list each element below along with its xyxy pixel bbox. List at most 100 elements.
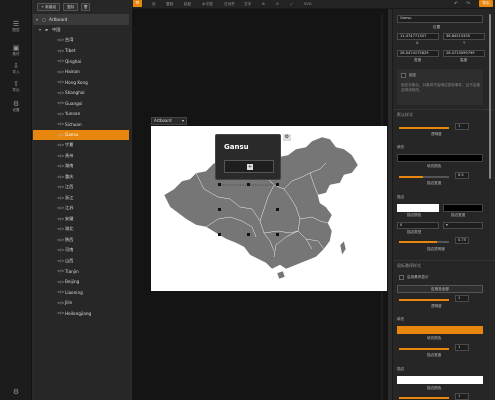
redo-icon[interactable]: ↷ — [466, 1, 470, 7]
resize-handle[interactable] — [218, 208, 221, 211]
x-field[interactable]: 11.474771307 — [397, 33, 439, 40]
toolbar-item[interactable]: 复制 — [166, 1, 173, 7]
tree-item[interactable]: </> Tianjin — [33, 266, 129, 277]
tree-item[interactable]: </> 江西 — [33, 182, 129, 193]
tree-item[interactable]: </> Yunnan — [33, 109, 129, 120]
resize-handle[interactable] — [218, 233, 221, 236]
border2-color-label: 描边颜色 — [427, 386, 442, 390]
stroke-slider[interactable] — [399, 176, 449, 178]
rail-bottom-settings[interactable]: ⚙ — [0, 388, 32, 396]
apply-all-button[interactable]: 应用至全部 — [397, 285, 483, 293]
tree-item[interactable]: </> Guangxi — [33, 98, 129, 109]
border-opacity-slider[interactable] — [399, 241, 449, 243]
region-tooltip[interactable]: Gansu + — [215, 134, 281, 180]
opacity-input[interactable]: 1 — [455, 123, 469, 130]
rail-layers[interactable]: ☰ 图层 — [0, 20, 32, 33]
tree-item[interactable]: </> 陕西 — [33, 235, 129, 246]
tree-item[interactable]: </> Hainan — [33, 67, 129, 78]
tree-item[interactable]: </> Shanghai — [33, 88, 129, 99]
name-field[interactable]: Gansu — [397, 15, 483, 23]
tree-item-label: Shanghai — [65, 90, 85, 96]
toolbar-item[interactable]: 文字 — [244, 1, 251, 7]
height-field[interactable]: 26.4715099799 — [443, 50, 485, 57]
hover-opacity-input[interactable]: 1 — [455, 295, 469, 302]
artboard-select[interactable]: Artboard ▾ — [151, 117, 187, 125]
tree-item[interactable]: </> 江苏 — [33, 203, 129, 214]
tree-item[interactable]: </> Liaoning — [33, 287, 129, 298]
tree-item[interactable]: </> 贵州 — [33, 151, 129, 162]
tree-item[interactable]: </> Tibet — [33, 46, 129, 57]
undo-icon[interactable]: ↶ — [454, 1, 458, 7]
hover-fill-swatch[interactable] — [397, 326, 483, 334]
resize-handle[interactable] — [247, 183, 250, 186]
border-color-swatch[interactable] — [397, 204, 439, 212]
tree-item[interactable]: </> 湖南 — [33, 161, 129, 172]
resize-handle[interactable] — [276, 183, 279, 186]
toolbar-item[interactable]: 水平居 — [202, 1, 213, 7]
rail-export[interactable]: ⇧ 导出 — [0, 80, 32, 93]
border-opacity-input[interactable]: 0.75 — [455, 237, 469, 244]
tree-item[interactable]: </> Heilongjiang — [33, 308, 129, 319]
hover-border-input[interactable]: 1 — [455, 393, 469, 400]
toolbar-item[interactable]: 设 — [152, 1, 156, 7]
hover-checkbox[interactable] — [399, 275, 404, 280]
hover-stroke-slider[interactable] — [399, 348, 449, 350]
path-icon: </> — [57, 101, 65, 106]
delete-icon[interactable]: 🗑 — [81, 3, 91, 11]
app-menu-button[interactable]: ≡ — [133, 0, 142, 7]
dash-field[interactable]: 0 — [397, 222, 439, 229]
tree-item[interactable]: </> Gansu — [33, 129, 129, 140]
rail-settings[interactable]: ⚙ 设置 — [0, 100, 32, 113]
tree-item[interactable]: </> Beijing — [33, 277, 129, 288]
lock-checkbox[interactable] — [401, 73, 406, 78]
rail-import[interactable]: ⇩ 导入 — [0, 62, 32, 75]
plus-icon[interactable]: + — [247, 164, 253, 170]
path-icon: </> — [57, 185, 65, 190]
zoom-in-icon[interactable]: ⊕ — [262, 1, 265, 7]
tree-item[interactable]: </> 河南 — [33, 245, 129, 256]
width-field[interactable]: 26.0474175629 — [397, 50, 439, 57]
tree-item[interactable]: </> Hong Kong — [33, 77, 129, 88]
export-button[interactable]: 导出 — [479, 0, 493, 7]
border-color-swatch-2[interactable] — [443, 204, 483, 212]
properties-scrollbar[interactable] — [489, 14, 491, 179]
tree-item[interactable]: </> Jilin — [33, 298, 129, 309]
new-group-button[interactable]: + 新建组 — [37, 3, 60, 11]
tree-item[interactable]: </> 安徽 — [33, 214, 129, 225]
tree-item[interactable]: </> Sichuan — [33, 119, 129, 130]
tree-item[interactable]: </> 重庆 — [33, 172, 129, 183]
fill-color-swatch[interactable] — [397, 154, 483, 162]
stroke-input[interactable]: 0.5 — [455, 172, 469, 179]
hover-stroke-input[interactable]: 1 — [455, 344, 469, 351]
tree-item-label: 重庆 — [65, 173, 74, 179]
rail-assets[interactable]: ▣ 素材 — [0, 44, 32, 57]
toolbar-item[interactable]: 左对齐 — [224, 1, 235, 7]
resize-handle[interactable] — [276, 208, 279, 211]
path-icon: </> — [57, 248, 65, 253]
opacity-slider[interactable] — [399, 127, 449, 129]
toolbar-item[interactable]: SVG — [304, 1, 312, 7]
tree-item[interactable]: </> 湖北 — [33, 224, 129, 235]
hover-border-slider[interactable] — [399, 397, 449, 399]
resize-handle[interactable] — [247, 233, 250, 236]
y-field[interactable]: 36.84515335 — [443, 33, 485, 40]
fit-icon[interactable]: ⤢ — [290, 1, 293, 7]
tree-root[interactable]: ▾ ▢ Artboard — [33, 14, 129, 25]
tree-item[interactable]: </> 山西 — [33, 256, 129, 267]
hover-opacity-label: 透明度 — [431, 304, 442, 308]
tooltip-content-box[interactable]: + — [224, 160, 274, 173]
zoom-out-icon[interactable]: ⊖ — [276, 1, 279, 7]
tree-item[interactable]: </> 台湾 — [33, 35, 129, 46]
hover-opacity-slider[interactable] — [399, 299, 449, 301]
dash-select[interactable]: ▾ — [443, 222, 483, 229]
resize-handle[interactable] — [218, 183, 221, 186]
hover-border-swatch[interactable] — [397, 376, 483, 384]
resize-handle[interactable] — [276, 233, 279, 236]
tree-item[interactable]: </> 浙江 — [33, 193, 129, 204]
copy-button[interactable]: 复制 — [62, 3, 79, 11]
toolbar-item[interactable]: 粘贴 — [184, 1, 191, 7]
tooltip-settings-icon[interactable]: ⚙ — [283, 134, 291, 141]
tree-item[interactable]: </> 宁夏 — [33, 140, 129, 151]
tree-group[interactable]: ▾ ▰ 中国 — [33, 25, 129, 36]
tree-item[interactable]: </> Qinghai — [33, 56, 129, 67]
